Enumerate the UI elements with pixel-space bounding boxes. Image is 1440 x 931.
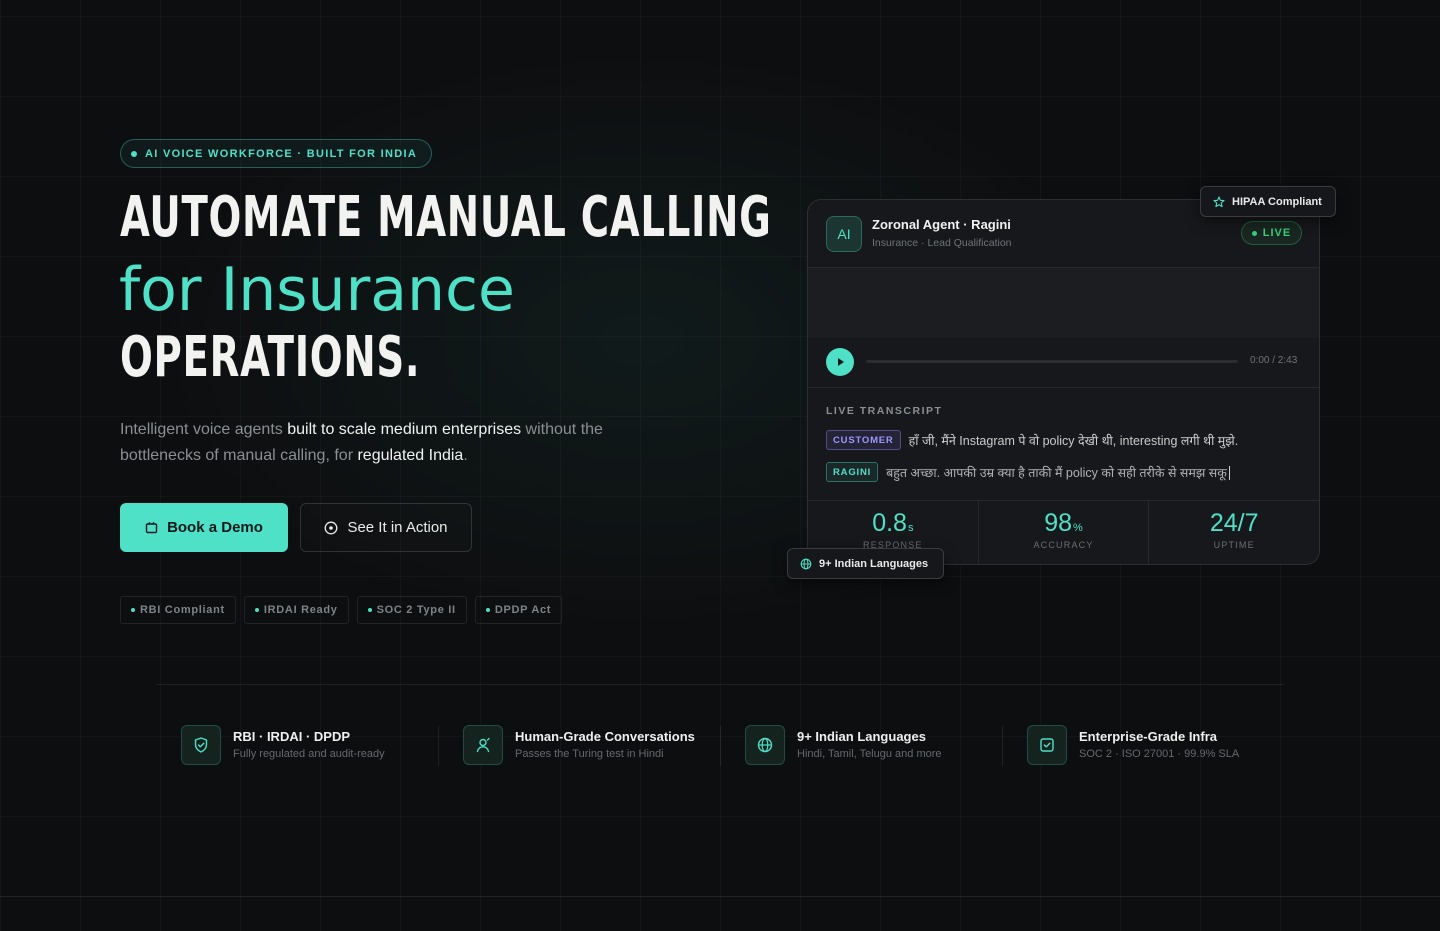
transcript-text: हाँ जी, मैंने Instagram पे वो policy देख…	[908, 433, 1239, 448]
section-divider	[156, 684, 1284, 685]
headline-line-3: OPERATIONS.	[120, 325, 421, 390]
transcript-text-active: बहुत अच्छा. आपकी उम्र क्या है ताकी मैं p…	[886, 464, 1230, 481]
calendar-icon	[145, 522, 158, 534]
languages-badge: 9+ Indian Languages	[787, 548, 944, 579]
live-label: LIVE	[1262, 227, 1292, 239]
agent-name: Zoronal Agent · Ragini	[872, 217, 1011, 232]
typing-caret	[1228, 466, 1230, 481]
audio-time: 0:00 / 2:43	[1250, 355, 1298, 366]
speaker-tag-ragini: RAGINI	[826, 462, 879, 482]
agent-call-card: AI Zoronal Agent · Ragini Insurance · Le…	[807, 199, 1320, 565]
see-it-in-action-button[interactable]: See It in Action	[300, 503, 472, 552]
lede-text-3: .	[463, 447, 468, 464]
feature-title: RBI · IRDAI · DPDP	[233, 729, 350, 744]
audio-player: 0:00 / 2:43	[808, 338, 1319, 388]
chip-dpdp: DPDP Act	[474, 596, 563, 624]
stat-number: 24/7	[1209, 509, 1259, 537]
stat-number: 98	[1044, 509, 1073, 537]
feature-subtitle: SOC 2 · ISO 27001 · 99.9% SLA	[1079, 748, 1240, 760]
feature-languages: 9+ Indian Languages Hindi, Tamil, Telugu…	[720, 716, 1002, 774]
transcript-line: CUSTOMER हाँ जी, मैंने Instagram पे वो p…	[826, 430, 1238, 450]
user-icon	[463, 725, 503, 765]
chip-soc2: SOC 2 Type II	[356, 596, 467, 624]
eyebrow-text: AI VOICE WORKFORCE · BUILT FOR INDIA	[145, 147, 418, 160]
feature-infra: Enterprise-Grade Infra SOC 2 · ISO 27001…	[1002, 716, 1284, 774]
stat-uptime: 24/7 UPTIME	[1149, 501, 1319, 564]
stat-unit: %	[1073, 522, 1083, 534]
feature-subtitle: Passes the Turing test in Hindi	[515, 748, 664, 760]
shield-check-icon	[181, 725, 221, 765]
chip-label: IRDAI Ready	[263, 604, 338, 616]
hero-description: Intelligent voice agents built to scale …	[120, 417, 620, 469]
transcript-label: LIVE TRANSCRIPT	[826, 405, 943, 417]
hipaa-label: HIPAA Compliant	[1232, 195, 1322, 208]
book-demo-label: Book a Demo	[167, 519, 263, 536]
chip-label: RBI Compliant	[140, 604, 225, 616]
agent-subtitle: Insurance · Lead Qualification	[872, 237, 1012, 249]
lede-emphasis-2: regulated India	[357, 447, 464, 464]
feature-conversations: Human-Grade Conversations Passes the Tur…	[438, 716, 720, 774]
play-button[interactable]	[826, 348, 854, 376]
stat-label: ACCURACY	[1033, 540, 1094, 550]
chip-dot	[131, 608, 135, 612]
play-circle-icon	[325, 521, 338, 534]
headline-line-2: for Insurance	[119, 255, 515, 325]
features-row: RBI · IRDAI · DPDP Fully regulated and a…	[156, 716, 1284, 774]
speaker-tag-customer: CUSTOMER	[826, 430, 901, 450]
stat-value: 0.8s	[808, 509, 978, 538]
chip-dot	[254, 608, 259, 612]
live-dot	[1251, 230, 1257, 236]
headline-line-1: AUTOMATE MANUAL CALLING	[120, 185, 772, 250]
feature-title: Human-Grade Conversations	[515, 729, 695, 744]
stat-accuracy: 98% ACCURACY	[979, 501, 1150, 564]
stat-value: 98%	[979, 509, 1149, 538]
hipaa-badge: HIPAA Compliant	[1200, 186, 1336, 217]
transcript-line: RAGINI बहुत अच्छा. आपकी उम्र क्या है ताक…	[826, 462, 1230, 482]
eyebrow-dot	[131, 150, 137, 157]
globe-icon	[745, 725, 785, 765]
stat-number: 0.8	[872, 509, 907, 537]
eyebrow-badge: AI VOICE WORKFORCE · BUILT FOR INDIA	[120, 139, 433, 168]
feature-subtitle: Hindi, Tamil, Telugu and more	[797, 748, 942, 760]
lede-text-1: Intelligent voice agents	[120, 421, 288, 438]
chip-rbi: RBI Compliant	[120, 596, 236, 624]
chip-label: SOC 2 Type II	[376, 604, 456, 616]
star-icon	[1213, 195, 1225, 207]
see-it-in-action-label: See It in Action	[347, 519, 448, 536]
globe-icon	[800, 558, 812, 569]
compliance-chips: RBI Compliant IRDAI Ready SOC 2 Type II …	[120, 596, 563, 624]
feature-title: 9+ Indian Languages	[797, 729, 926, 744]
chip-label: DPDP Act	[494, 604, 552, 616]
languages-label: 9+ Indian Languages	[819, 557, 929, 570]
chip-dot	[367, 608, 372, 612]
lede-emphasis-1: built to scale medium enterprises	[287, 421, 522, 438]
transcript-text: बहुत अच्छा. आपकी उम्र क्या है ताकी मैं p…	[886, 465, 1227, 480]
play-icon	[838, 358, 844, 366]
feature-subtitle: Fully regulated and audit-ready	[233, 748, 385, 760]
live-status-badge: LIVE	[1241, 221, 1302, 245]
feature-regulated: RBI · IRDAI · DPDP Fully regulated and a…	[156, 716, 438, 774]
stat-value: 24/7	[1149, 509, 1319, 538]
chip-dot	[485, 608, 490, 612]
audio-progress-track[interactable]	[866, 360, 1238, 363]
agent-avatar: AI	[826, 216, 862, 252]
chip-irdai: IRDAI Ready	[243, 596, 349, 624]
checkbox-icon	[1027, 725, 1067, 765]
feature-title: Enterprise-Grade Infra	[1079, 729, 1217, 744]
footer-divider	[0, 896, 1440, 897]
stat-unit: s	[907, 522, 914, 534]
waveform-area	[808, 268, 1319, 338]
stat-label: UPTIME	[1213, 540, 1255, 550]
book-demo-button[interactable]: Book a Demo	[120, 503, 288, 552]
